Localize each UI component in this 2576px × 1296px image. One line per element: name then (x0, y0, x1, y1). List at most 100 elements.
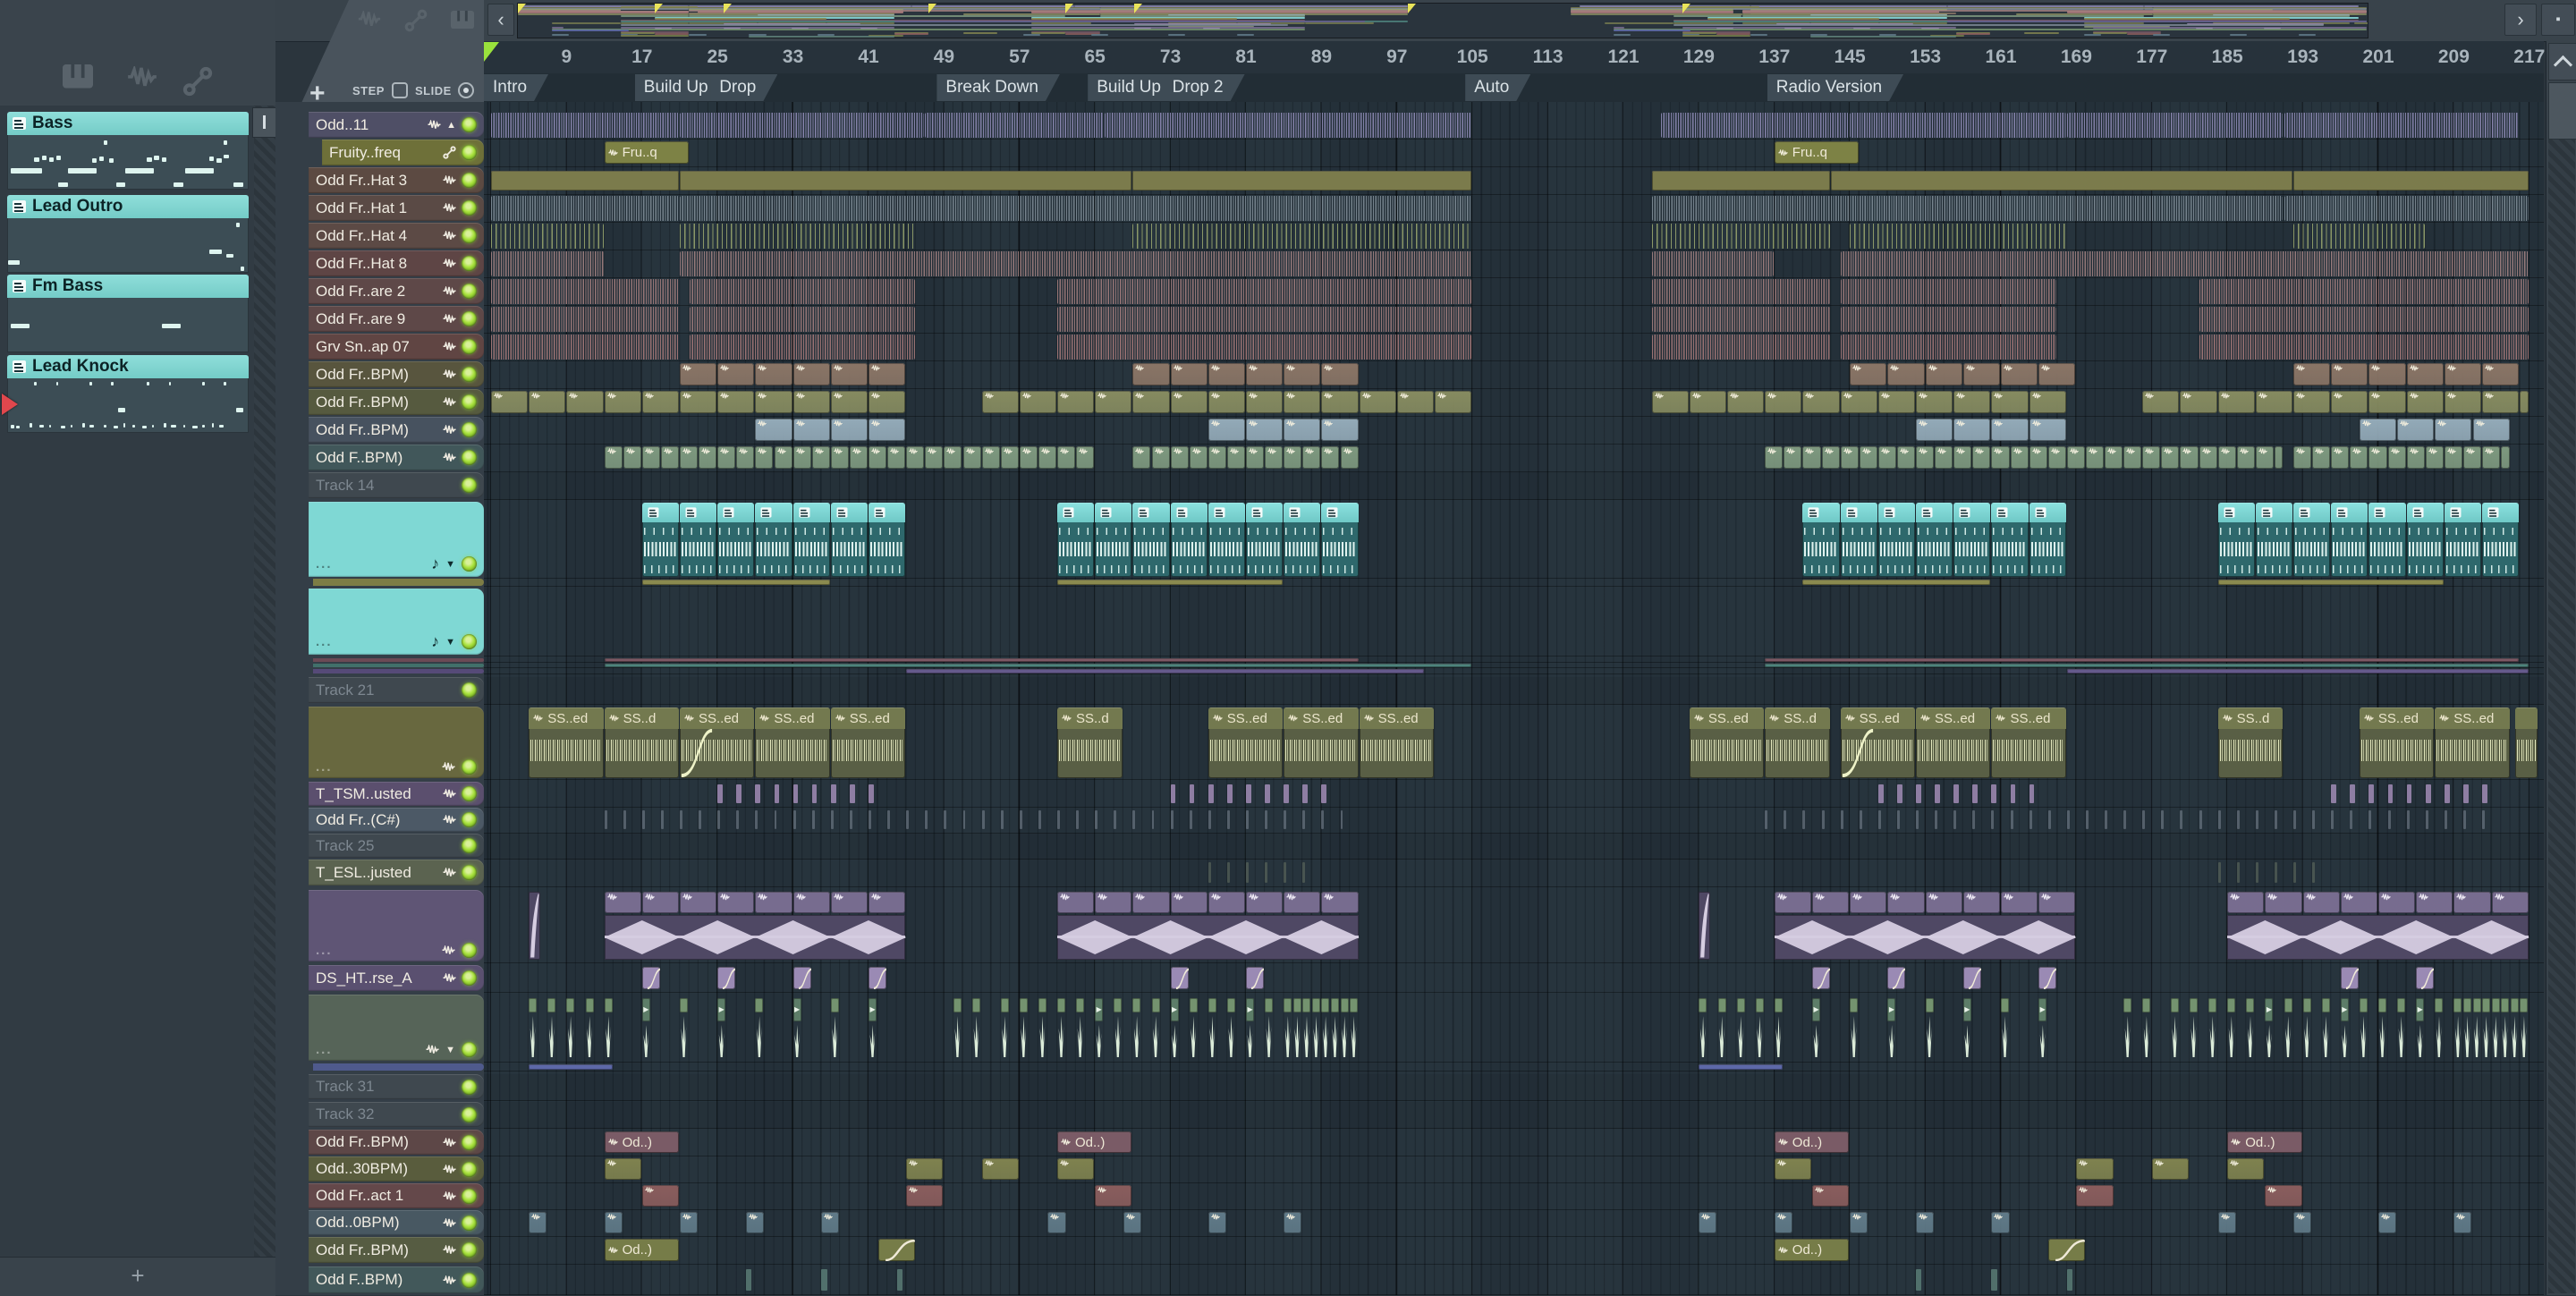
tick-clip[interactable] (1916, 784, 1921, 803)
clip-chip[interactable] (830, 446, 849, 469)
clip-chip[interactable] (1321, 363, 1359, 385)
tick-clip[interactable] (1226, 862, 1231, 883)
tick-clip[interactable] (962, 810, 966, 829)
tick-clip[interactable] (2293, 862, 2297, 883)
tick-clip[interactable] (1896, 810, 1900, 829)
clip-chip[interactable] (604, 1212, 623, 1233)
tick-clip[interactable] (1991, 1269, 1997, 1291)
section-marker-auto[interactable]: Auto (1465, 74, 1530, 101)
pattern-clip[interactable] (680, 503, 717, 577)
clip[interactable] (680, 171, 1132, 191)
clip-chip[interactable] (1850, 1212, 1868, 1233)
tick-clip[interactable] (1284, 862, 1287, 883)
clip-chip[interactable] (2274, 446, 2284, 469)
clip-chip[interactable] (981, 391, 1019, 413)
audio-clip[interactable]: SS..ed (1916, 707, 1991, 778)
riser-body[interactable] (2227, 915, 2529, 960)
clip-chip[interactable] (641, 446, 660, 469)
labeled-clip[interactable] (877, 1239, 915, 1261)
tick-clip[interactable] (623, 810, 626, 829)
track-header-odd-fr-bpm-[interactable]: Odd Fr..BPM) (309, 1130, 484, 1155)
track-header-odd-fr-bpm-[interactable]: Odd Fr..BPM) (309, 1237, 484, 1263)
tick-clip[interactable] (811, 784, 818, 803)
impact-clip[interactable] (1774, 998, 1783, 1057)
clip-chip[interactable] (1840, 391, 1877, 413)
clip-chip[interactable] (2406, 363, 2444, 385)
add-pattern-button[interactable]: + (131, 1262, 144, 1289)
clip-chip[interactable] (2368, 391, 2406, 413)
audio-clip[interactable]: SS..ed (1840, 707, 1916, 778)
impact-clip[interactable]: ▶ (2340, 998, 2349, 1057)
tick-clip[interactable] (1935, 810, 1938, 829)
audio-clip[interactable]: SS..ed (529, 707, 604, 778)
clip-chip[interactable] (906, 1158, 944, 1180)
riser-body[interactable] (604, 915, 907, 960)
clip-chip[interactable] (2029, 419, 2066, 441)
pattern-clip[interactable] (1802, 503, 1840, 577)
tick-clip[interactable] (2217, 862, 2221, 883)
clip[interactable] (1802, 580, 1991, 585)
play-position-marker[interactable] (484, 42, 499, 62)
clip-chip[interactable] (792, 446, 811, 469)
clip-chip[interactable] (1887, 363, 1925, 385)
clip-chip[interactable] (2180, 391, 2217, 413)
clip-chip[interactable] (1076, 446, 1095, 469)
pattern-clip[interactable] (2199, 335, 2529, 360)
track-mute-led[interactable] (462, 1272, 477, 1288)
clip-chip[interactable] (2001, 363, 2038, 385)
timeline-ruler[interactable]: 9 17 25 33 41 49 57 65 73 81 89 97 105 113 121 129 137 14… (484, 41, 2545, 74)
labeled-clip[interactable]: Od..) (1774, 1239, 1850, 1261)
impact-clip[interactable] (2001, 998, 2010, 1057)
tick-clip[interactable] (1953, 784, 1960, 803)
tick-clip[interactable] (2368, 784, 2375, 803)
impact-clip[interactable] (2284, 998, 2292, 1057)
tick-clip[interactable] (849, 810, 852, 829)
clip[interactable] (1765, 658, 2520, 662)
tick-clip[interactable] (1132, 810, 1136, 829)
clip-chip[interactable] (1208, 1212, 1226, 1233)
tick-clip[interactable] (2199, 810, 2202, 829)
track-mute-led[interactable] (462, 478, 477, 493)
track-mute-led[interactable] (462, 556, 477, 572)
riser-chip[interactable] (1774, 892, 1811, 913)
tick-clip[interactable] (2010, 784, 2016, 803)
riser-chip[interactable] (830, 892, 868, 913)
track-mute-led[interactable] (462, 200, 477, 216)
clip-chip[interactable] (2076, 1185, 2114, 1207)
impact-clip[interactable] (585, 998, 594, 1057)
tick-clip[interactable] (869, 810, 871, 829)
tick-clip[interactable] (1321, 810, 1325, 829)
pattern-clip[interactable] (491, 279, 679, 304)
playlist-row[interactable] (484, 472, 2544, 500)
track-mute-led[interactable] (462, 256, 477, 271)
track-header-odd-fr-hat-8[interactable]: Odd Fr..Hat 8 (309, 250, 484, 276)
impact-clip[interactable] (1208, 998, 1216, 1057)
clip-chip[interactable] (2085, 446, 2105, 469)
tick-clip[interactable] (2462, 784, 2469, 803)
tick-clip[interactable] (1226, 810, 1230, 829)
clip-chip[interactable] (2217, 391, 2255, 413)
riser-chip[interactable] (1132, 892, 1170, 913)
pattern-clip[interactable] (1651, 335, 1831, 360)
track-header-odd-0bpm-[interactable]: Odd..0BPM) (309, 1210, 484, 1235)
impact-clip[interactable] (1699, 998, 1707, 1057)
track-mute-led[interactable] (462, 311, 477, 326)
clip-chip[interactable] (981, 1158, 1019, 1180)
audio-clip[interactable]: SS..d (2217, 707, 2284, 778)
tick-clip[interactable] (717, 810, 721, 829)
track-mute-led[interactable] (462, 1215, 477, 1231)
pattern-clip[interactable] (2482, 503, 2520, 577)
tick-clip[interactable] (1057, 810, 1060, 829)
clip-chip[interactable] (981, 446, 1000, 469)
track-header-track-31[interactable]: Track 31 (309, 1074, 484, 1099)
clip-chip[interactable] (1435, 391, 1472, 413)
tick-clip[interactable] (981, 810, 985, 829)
impact-clip[interactable] (1755, 998, 1764, 1057)
clip-chip[interactable] (2368, 363, 2406, 385)
tick-clip[interactable] (2482, 784, 2487, 803)
impact-clip[interactable] (529, 998, 538, 1057)
impact-clip[interactable] (2510, 998, 2519, 1057)
clip-chip[interactable] (1850, 363, 1887, 385)
impact-clip[interactable] (547, 998, 556, 1057)
clip[interactable] (2066, 669, 2529, 673)
